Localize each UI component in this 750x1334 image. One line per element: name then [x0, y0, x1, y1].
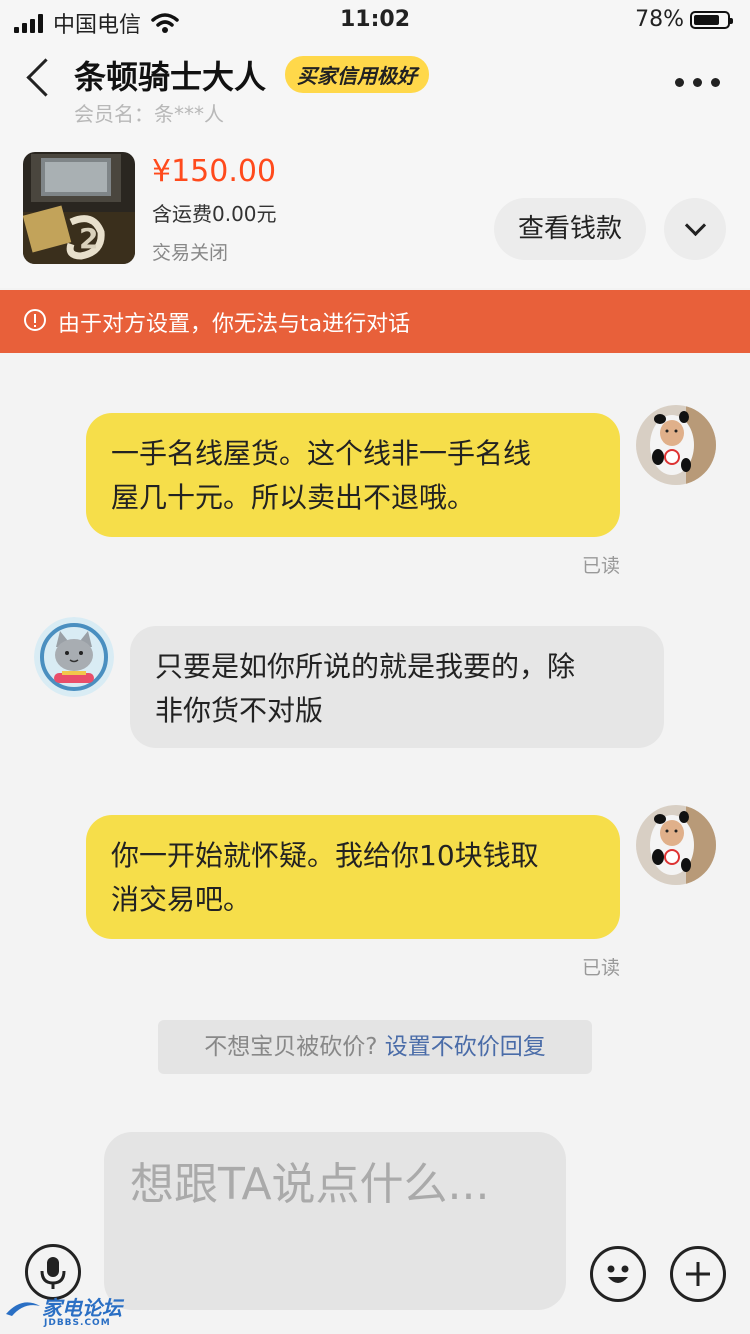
contact-name: 条顿骑士大人 — [74, 58, 267, 96]
watermark-url: JDBBS.COM — [44, 1318, 111, 1328]
bargain-hint: 不想宝贝被砍价? 设置不砍价回复 — [158, 1020, 592, 1074]
status-bar: 中国电信 11:02 78% — [0, 0, 750, 40]
chevron-down-icon — [684, 214, 707, 237]
alert-text: 由于对方设置，你无法与ta进行对话 — [58, 312, 411, 337]
message-input[interactable]: 想跟TA说点什么... — [104, 1132, 566, 1310]
warning-icon — [24, 309, 46, 331]
message-bubble-mine[interactable]: 你一开始就怀疑。我给你10块钱取 消交易吧。 — [86, 815, 620, 939]
message-input-placeholder: 想跟TA说点什么... — [130, 1159, 490, 1210]
member-name: 会员名：条***人 — [74, 102, 224, 126]
product-thumbnail[interactable]: 2 — [23, 152, 135, 264]
product-price: ¥150.00 — [152, 154, 277, 189]
plus-icon — [686, 1262, 710, 1286]
add-button[interactable] — [670, 1246, 726, 1302]
message-line: 你一开始就怀疑。我给你10块钱取 — [111, 839, 539, 872]
emoji-button[interactable] — [590, 1246, 646, 1302]
microphone-icon — [40, 1257, 66, 1289]
read-receipt: 已读 — [582, 555, 621, 577]
message-line: 屋几十元。所以卖出不退哦。 — [111, 481, 476, 514]
contact-avatar[interactable] — [34, 617, 114, 697]
watermark-name: 家电论坛 — [42, 1296, 122, 1320]
more-menu-icon[interactable] — [675, 78, 720, 87]
product-card[interactable]: 2 ¥150.00 含运费0.00元 交易关闭 查看钱款 — [0, 130, 750, 288]
read-receipt: 已读 — [582, 957, 621, 979]
battery-level — [694, 14, 719, 25]
message-line: 消交易吧。 — [111, 883, 252, 916]
expand-button[interactable] — [664, 198, 726, 260]
status-right: 78% — [635, 7, 733, 32]
message-bubble-mine[interactable]: 一手名线屋货。这个线非一手名线 屋几十元。所以卖出不退哦。 — [86, 413, 620, 537]
credit-badge: 买家信用极好 — [285, 56, 429, 93]
smiley-icon — [607, 1265, 629, 1283]
no-bargain-link[interactable]: 设置不砍价回复 — [385, 1034, 546, 1060]
svg-text:2: 2 — [79, 222, 98, 255]
battery-icon — [690, 10, 733, 29]
message-line: 一手名线屋货。这个线非一手名线 — [111, 437, 532, 470]
watermark-logo: 家电论坛 JDBBS.COM — [4, 1292, 122, 1328]
back-arrow-icon[interactable] — [26, 58, 65, 97]
my-avatar[interactable] — [636, 405, 716, 485]
hint-text: 不想宝贝被砍价? — [204, 1034, 385, 1060]
message-bubble-theirs[interactable]: 只要是如你所说的就是我要的，除 非你货不对版 — [130, 626, 664, 748]
blocked-alert: 由于对方设置，你无法与ta进行对话 — [0, 290, 750, 353]
my-avatar[interactable] — [636, 805, 716, 885]
chat-header: 条顿骑士大人 买家信用极好 会员名：条***人 — [0, 40, 750, 130]
message-line: 非你货不对版 — [155, 694, 324, 727]
shipping-fee: 含运费0.00元 — [152, 202, 277, 226]
transaction-status: 交易关闭 — [152, 242, 229, 264]
swoosh-icon — [4, 1300, 42, 1320]
battery-percent: 78% — [635, 7, 684, 32]
view-payment-button[interactable]: 查看钱款 — [494, 198, 646, 260]
message-line: 只要是如你所说的就是我要的，除 — [155, 650, 576, 683]
